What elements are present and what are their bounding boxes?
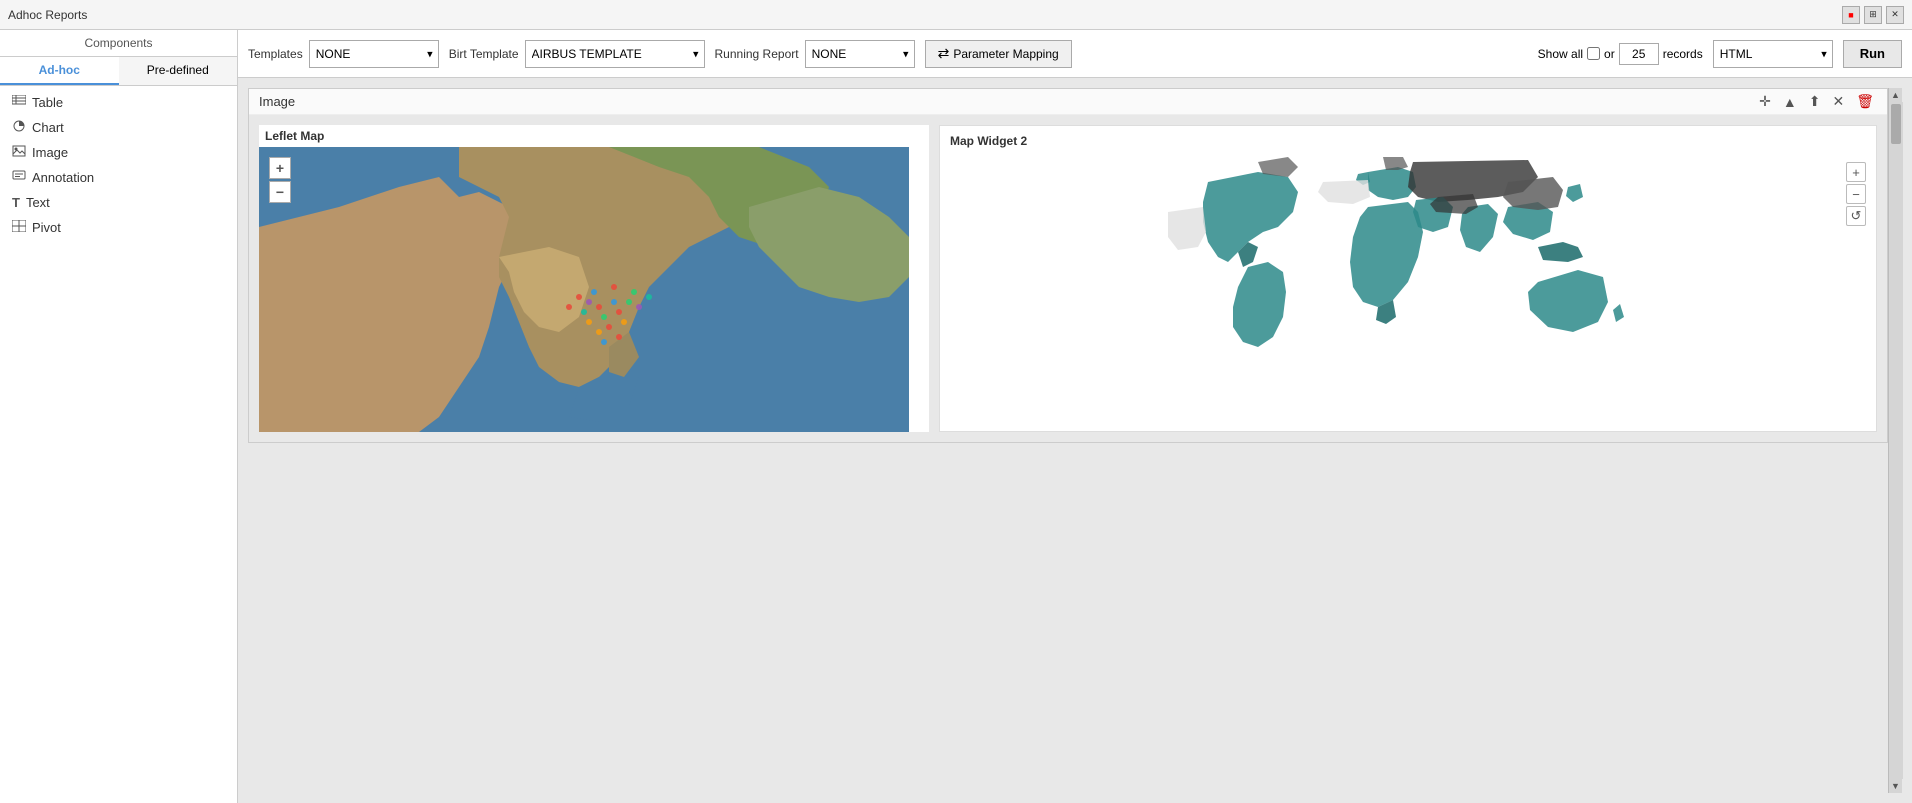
scroll-down-arrow[interactable]: ▼: [1889, 779, 1903, 793]
format-select[interactable]: HTML PDF Excel: [1713, 40, 1833, 68]
show-all-area: Show all or records: [1538, 43, 1703, 65]
or-label: or: [1604, 47, 1615, 61]
tab-adhoc[interactable]: Ad-hoc: [0, 57, 119, 85]
minimize-button[interactable]: ■: [1842, 6, 1860, 24]
titlebar-controls: ■ ⊞ ✕: [1842, 6, 1904, 24]
templates-label: Templates: [248, 47, 303, 61]
map-widget-refresh-button[interactable]: ↺: [1846, 206, 1866, 226]
sidebar-label-annotation: Annotation: [32, 170, 94, 185]
pivot-icon: [12, 220, 26, 235]
leaflet-zoom-out-button[interactable]: −: [269, 181, 291, 203]
image-block: Image ✛ ▲ ⬆ ✕ 🗑: [248, 88, 1888, 443]
run-button[interactable]: Run: [1843, 40, 1902, 68]
running-select[interactable]: NONE: [805, 40, 915, 68]
sidebar-label-chart: Chart: [32, 120, 64, 135]
sidebar-label-pivot: Pivot: [32, 220, 61, 235]
records-label: records: [1663, 47, 1703, 61]
tab-predefined[interactable]: Pre-defined: [119, 57, 238, 85]
annotation-icon: [12, 170, 26, 185]
map-widget-label: Map Widget 2: [940, 126, 1876, 152]
sidebar-label-image: Image: [32, 145, 68, 160]
image-content: Leflet Map + −: [249, 115, 1887, 442]
maximize-button[interactable]: ⊞: [1864, 6, 1882, 24]
templates-select[interactable]: NONE: [309, 40, 439, 68]
leaflet-zoom-in-button[interactable]: +: [269, 157, 291, 179]
scroll-track[interactable]: [1889, 102, 1903, 779]
templates-select-wrapper: NONE: [309, 40, 439, 68]
map-widget-map[interactable]: + − ↺: [940, 152, 1876, 392]
param-mapping-button[interactable]: ⇄ Parameter Mapping: [925, 40, 1072, 68]
birt-label: Birt Template: [449, 47, 519, 61]
sidebar-label-text: Text: [26, 195, 50, 210]
format-select-wrapper: HTML PDF Excel: [1713, 40, 1833, 68]
chart-icon: [12, 120, 26, 135]
upload-ctrl-button[interactable]: ⬆: [1806, 93, 1824, 110]
show-all-checkbox[interactable]: [1587, 47, 1600, 60]
birt-select-wrapper: AIRBUS TEMPLATE: [525, 40, 705, 68]
titlebar-title: Adhoc Reports: [8, 8, 87, 22]
image-icon: [12, 145, 26, 160]
sidebar-item-image[interactable]: Image: [0, 140, 237, 165]
sidebar-item-text[interactable]: T Text: [0, 190, 237, 215]
birt-template-group: Birt Template AIRBUS TEMPLATE: [449, 40, 705, 68]
text-icon: T: [12, 195, 20, 210]
show-all-label: Show all: [1538, 47, 1583, 61]
sidebar: Components Ad-hoc Pre-defined Table Char…: [0, 30, 238, 803]
toolbar: Templates NONE Birt Template AIRBUS TEMP…: [238, 30, 1912, 78]
image-block-controls: ✛ ▲ ⬆ ✕ 🗑: [1756, 93, 1877, 110]
close-button[interactable]: ✕: [1886, 6, 1904, 24]
scroll-thumb[interactable]: [1891, 104, 1901, 144]
running-report-group: Running Report NONE: [715, 40, 915, 68]
delete-ctrl-button[interactable]: 🗑: [1853, 93, 1877, 110]
image-block-title: Image: [259, 94, 295, 109]
image-block-header: Image ✛ ▲ ⬆ ✕ 🗑: [249, 89, 1887, 115]
content-area: Templates NONE Birt Template AIRBUS TEMP…: [238, 30, 1912, 803]
table-icon: [12, 95, 26, 110]
templates-group: Templates NONE: [248, 40, 439, 68]
leaflet-map-container: Leflet Map + −: [259, 125, 929, 432]
map-widget-zoom-out-button[interactable]: −: [1846, 184, 1866, 204]
titlebar: Adhoc Reports ■ ⊞ ✕: [0, 0, 1912, 30]
report-scroll-content: Image ✛ ▲ ⬆ ✕ 🗑: [248, 88, 1888, 793]
running-label: Running Report: [715, 47, 799, 61]
up-ctrl-button[interactable]: ▲: [1780, 94, 1800, 110]
records-input[interactable]: [1619, 43, 1659, 65]
sidebar-item-annotation[interactable]: Annotation: [0, 165, 237, 190]
sidebar-item-chart[interactable]: Chart: [0, 115, 237, 140]
scrollbar[interactable]: ▲ ▼: [1888, 88, 1902, 793]
sidebar-item-pivot[interactable]: Pivot: [0, 215, 237, 240]
birt-select[interactable]: AIRBUS TEMPLATE: [525, 40, 705, 68]
sidebar-items: Table Chart Image: [0, 86, 237, 244]
sidebar-tabs: Ad-hoc Pre-defined: [0, 57, 237, 86]
param-mapping-icon: ⇄: [938, 45, 950, 62]
add-ctrl-button[interactable]: ✛: [1756, 93, 1774, 110]
report-area: Image ✛ ▲ ⬆ ✕ 🗑: [238, 78, 1912, 803]
leaflet-map[interactable]: + −: [259, 147, 909, 432]
param-mapping-label: Parameter Mapping: [953, 47, 1058, 61]
map-widget-container: Map Widget 2 + − ↺: [939, 125, 1877, 432]
sidebar-header: Components: [0, 30, 237, 57]
map-widget-zoom-in-button[interactable]: +: [1846, 162, 1866, 182]
scroll-up-arrow[interactable]: ▲: [1889, 88, 1903, 102]
running-select-wrapper: NONE: [805, 40, 915, 68]
settings-ctrl-button[interactable]: ✕: [1829, 93, 1847, 110]
sidebar-label-table: Table: [32, 95, 63, 110]
sidebar-item-table[interactable]: Table: [0, 90, 237, 115]
leaflet-map-label: Leflet Map: [259, 125, 929, 147]
